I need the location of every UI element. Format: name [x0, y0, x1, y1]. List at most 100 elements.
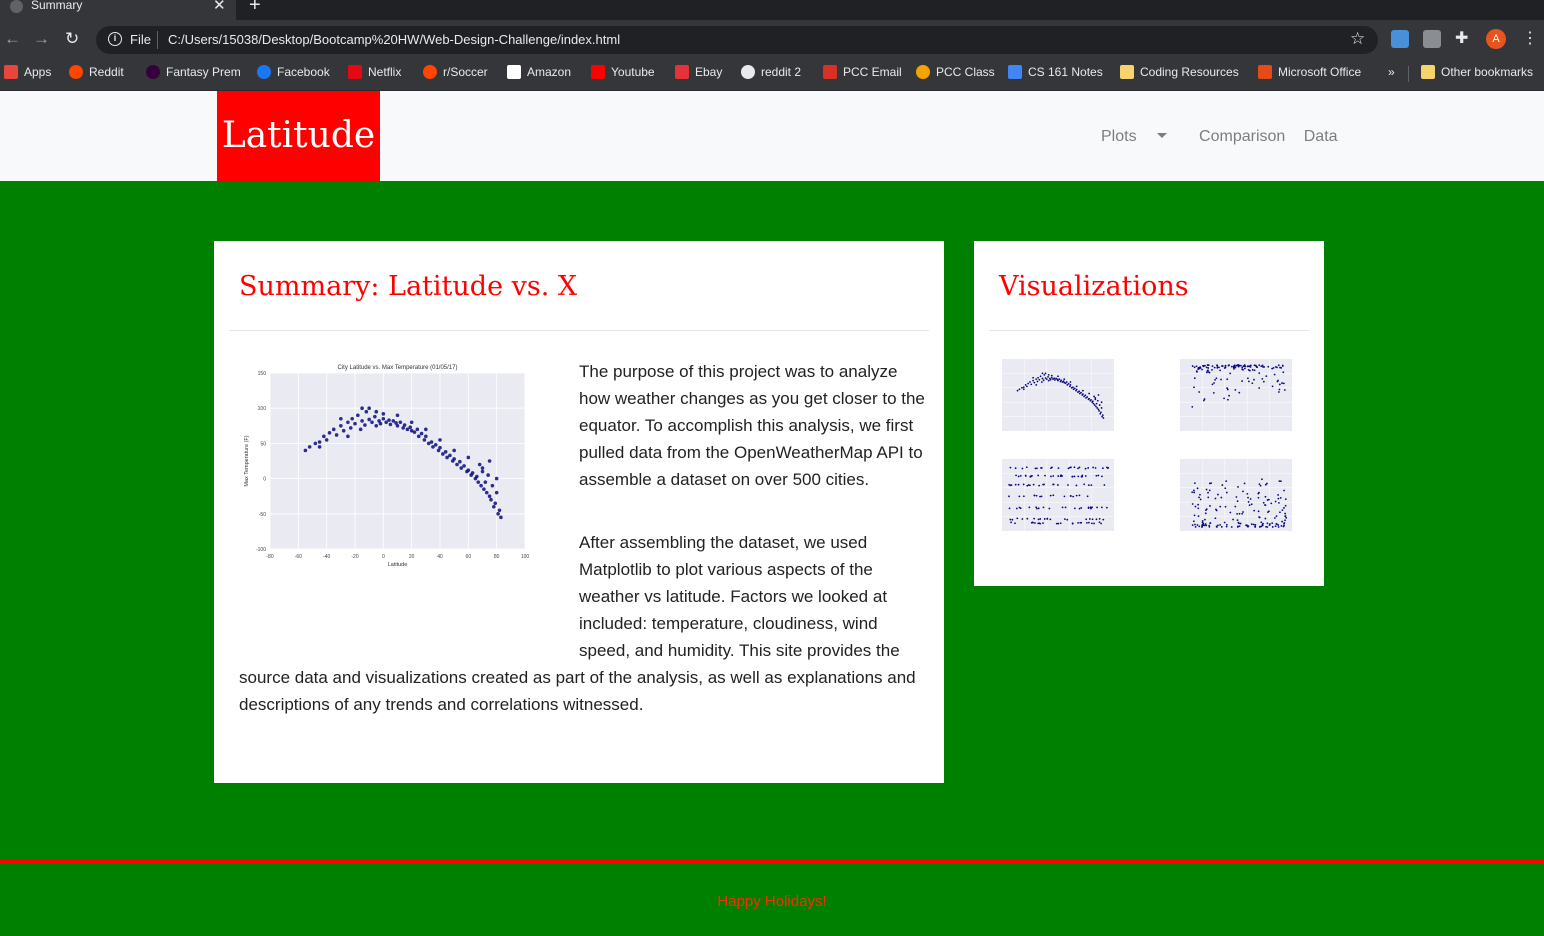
- bookmark-reddit-2[interactable]: reddit 2: [741, 65, 801, 79]
- data-point: [1073, 387, 1076, 390]
- data-point: [1258, 516, 1261, 519]
- bookmark-rsoccer[interactable]: r/Soccer: [423, 65, 488, 79]
- thumbnail-humidity[interactable]: [1172, 351, 1297, 441]
- data-point: [1010, 521, 1013, 524]
- visualizations-panel: Visualizations: [974, 241, 1324, 586]
- data-point: [1080, 521, 1083, 524]
- bookmark-coding-resources[interactable]: Coding Resources: [1120, 65, 1239, 79]
- data-point: [1033, 381, 1036, 384]
- bookmark-youtube[interactable]: Youtube: [591, 65, 655, 79]
- data-point: [1201, 368, 1203, 371]
- back-arrow-icon[interactable]: ←: [4, 29, 21, 49]
- forward-arrow-icon[interactable]: →: [33, 29, 50, 49]
- address-bar[interactable]: i File C:/Users/15038/Desktop/Bootcamp%2…: [96, 26, 1378, 54]
- data-point: [1018, 388, 1021, 391]
- data-point: [1278, 383, 1281, 386]
- thumbnail-wind-speed[interactable]: [1172, 451, 1297, 541]
- data-point: [1224, 364, 1227, 367]
- data-point: [1235, 496, 1238, 498]
- close-icon[interactable]: ✕: [213, 0, 226, 14]
- data-point: [1022, 388, 1025, 391]
- data-point: [1280, 524, 1283, 527]
- data-point: [1249, 498, 1252, 500]
- data-point: [1090, 522, 1093, 525]
- reload-icon[interactable]: ↻: [65, 29, 79, 49]
- bookmark-fantasy-prem[interactable]: Fantasy Prem: [146, 65, 241, 79]
- ebay-icon: [675, 65, 689, 79]
- data-point: [1205, 488, 1208, 491]
- data-point: [1279, 366, 1281, 369]
- data-point: [1194, 505, 1197, 508]
- data-point: [1223, 521, 1226, 524]
- data-point: [1036, 467, 1038, 470]
- data-point: [1047, 375, 1049, 378]
- data-point: [1277, 497, 1280, 500]
- data-point: [1213, 382, 1215, 384]
- bookmark-label: Coding Resources: [1140, 65, 1239, 79]
- bookmark-facebook[interactable]: Facebook: [257, 65, 330, 79]
- thumbnail-temperature[interactable]: [994, 351, 1119, 441]
- data-point: [1100, 407, 1103, 409]
- data-point: [1282, 382, 1285, 385]
- data-point: [1250, 503, 1253, 506]
- data-point: [1251, 382, 1254, 385]
- star-icon[interactable]: ☆: [1350, 29, 1365, 49]
- bookmark-netflix[interactable]: Netflix: [348, 65, 401, 79]
- data-point: [1081, 393, 1084, 396]
- data-point: [1234, 505, 1237, 508]
- bookmark-pcc-email[interactable]: PCC Email: [823, 65, 902, 79]
- data-point: [1033, 517, 1036, 520]
- bookmark-amazon[interactable]: Amazon: [507, 65, 571, 79]
- bookmark-reddit[interactable]: Reddit: [69, 65, 124, 79]
- data-point: [1094, 467, 1097, 469]
- data-point: [1279, 496, 1282, 499]
- bookmark-other[interactable]: Other bookmarks: [1421, 65, 1533, 79]
- data-point: [1035, 384, 1038, 386]
- bookmark-microsoft-office[interactable]: Microsoft Office: [1258, 65, 1361, 79]
- data-point: [1278, 501, 1280, 504]
- bookmark-cs161-notes[interactable]: CS 161 Notes: [1008, 65, 1103, 79]
- nav-plots-dropdown[interactable]: Plots: [1101, 128, 1181, 145]
- data-point: [1264, 495, 1267, 498]
- site-brand[interactable]: Latitude: [217, 91, 380, 181]
- data-point: [1100, 401, 1103, 404]
- data-point: [1069, 466, 1071, 469]
- data-point: [1284, 512, 1287, 515]
- browser-tab[interactable]: Summary ✕: [0, 0, 236, 20]
- data-point: [1198, 496, 1200, 499]
- data-point: [1096, 407, 1099, 409]
- data-point: [1229, 511, 1232, 514]
- data-point: [1208, 482, 1211, 485]
- nav-data[interactable]: Data: [1304, 128, 1338, 145]
- data-point: [1277, 494, 1279, 496]
- puzzle-icon[interactable]: ✚: [1455, 28, 1473, 47]
- data-point: [1086, 495, 1089, 498]
- data-point: [1086, 396, 1089, 398]
- data-point: [1037, 507, 1040, 510]
- info-icon[interactable]: i: [108, 32, 122, 46]
- cloud-extension-icon[interactable]: [1391, 30, 1409, 48]
- bookmark-ebay[interactable]: Ebay: [675, 65, 722, 79]
- data-point: [1021, 467, 1024, 470]
- data-point: [1098, 517, 1101, 520]
- new-tab-button[interactable]: +: [249, 0, 261, 17]
- bookmark-pcc-class[interactable]: PCC Class: [916, 65, 995, 79]
- data-point: [1028, 506, 1031, 509]
- bookmarks-overflow[interactable]: »: [1388, 65, 1395, 79]
- nav-comparison[interactable]: Comparison: [1199, 128, 1285, 145]
- data-point: [1241, 368, 1244, 371]
- profile-avatar[interactable]: A: [1486, 29, 1506, 49]
- data-point: [1191, 524, 1194, 527]
- bookmark-apps[interactable]: Apps: [4, 65, 51, 79]
- kebab-menu-icon[interactable]: ⋮: [1522, 28, 1538, 48]
- data-point: [1283, 522, 1285, 525]
- url-text[interactable]: C:/Users/15038/Desktop/Bootcamp%20HW/Web…: [168, 32, 620, 47]
- data-point: [1193, 366, 1196, 369]
- data-point: [1078, 494, 1081, 497]
- extension-icon[interactable]: [1423, 30, 1441, 48]
- data-point: [1226, 378, 1229, 381]
- data-point: [1196, 524, 1199, 526]
- data-point: [1080, 391, 1082, 394]
- thumbnail-cloudiness[interactable]: [994, 451, 1119, 541]
- data-point: [1221, 365, 1223, 367]
